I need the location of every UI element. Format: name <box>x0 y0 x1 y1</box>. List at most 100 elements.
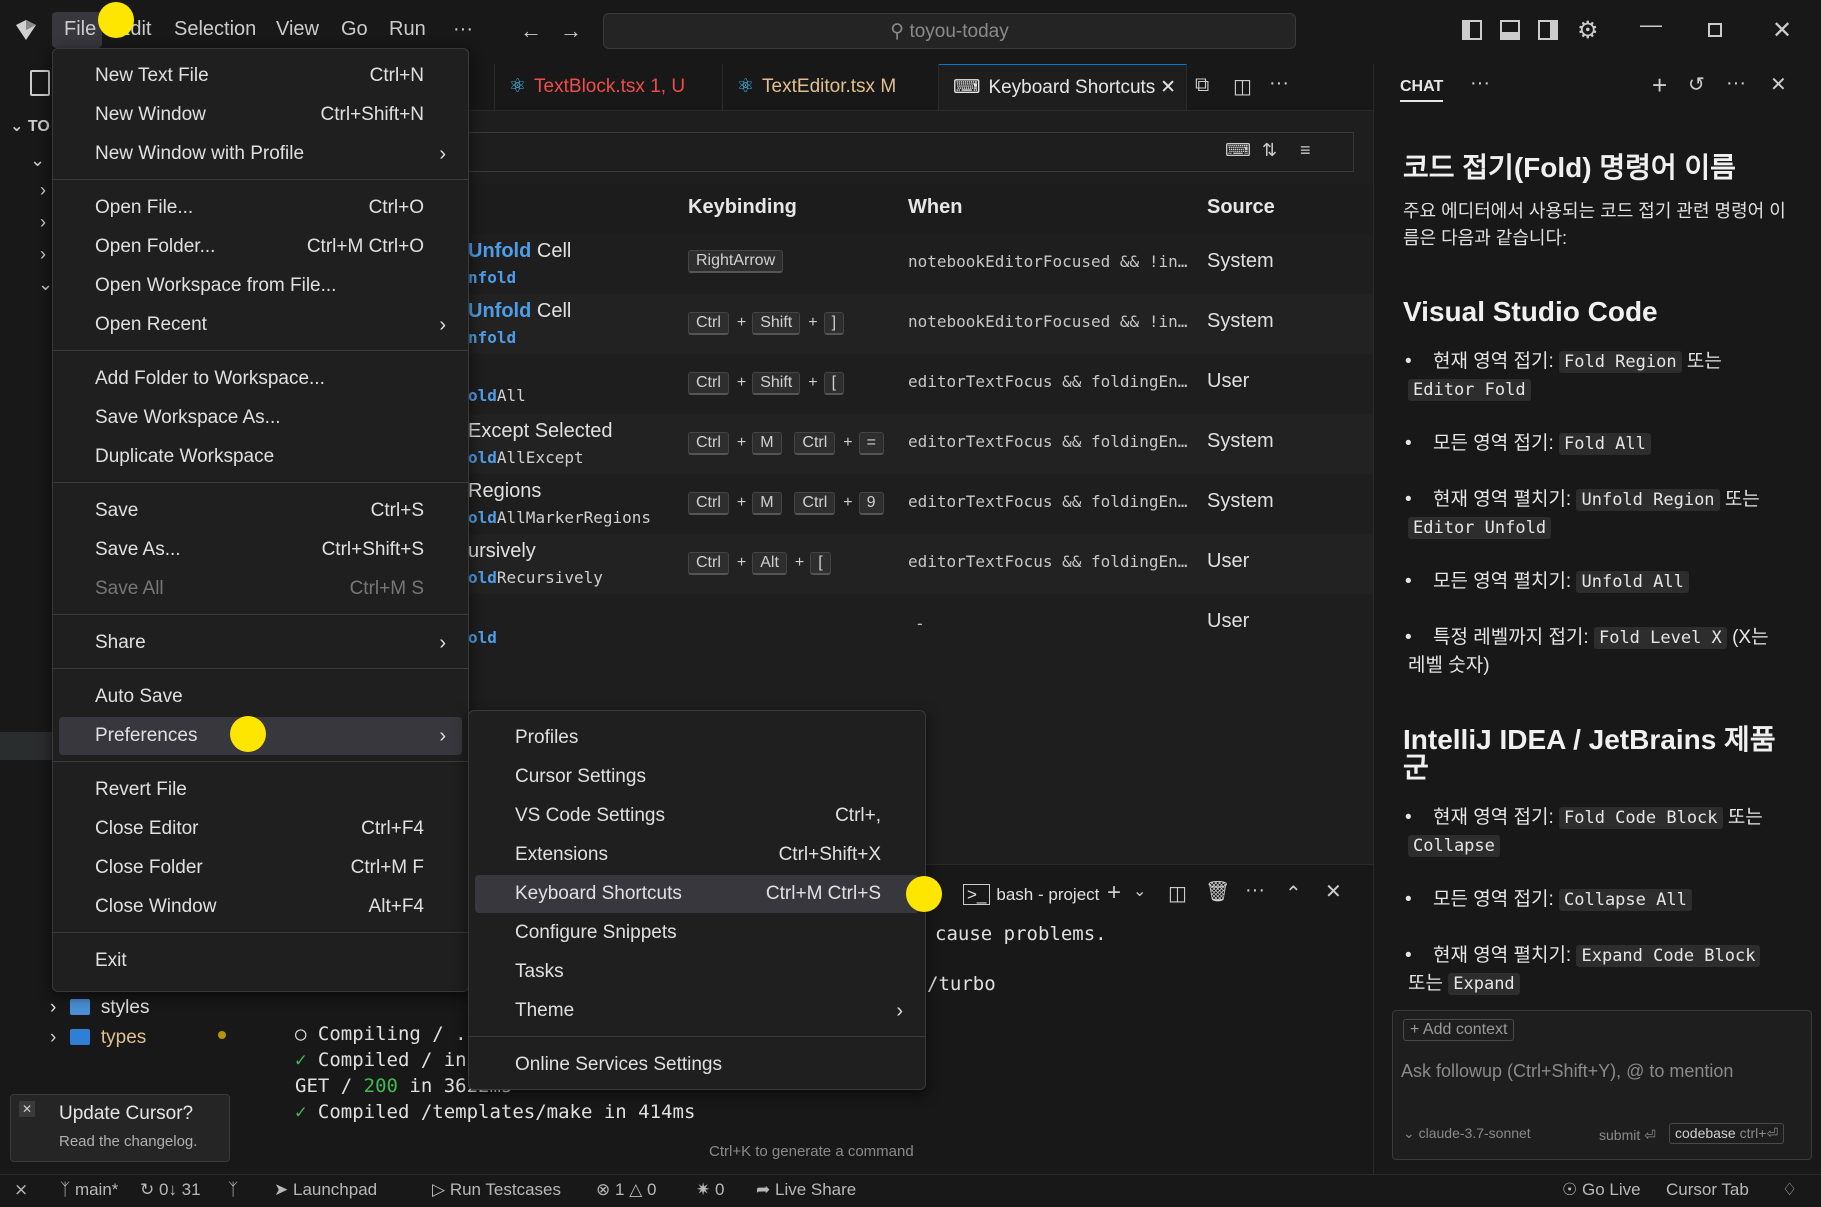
codebase-button[interactable]: codebase ctrl+⏎ <box>1669 1123 1785 1144</box>
menu-item-close-editor[interactable]: Close Editor Ctrl+F4 <box>59 810 462 848</box>
menu-item-share[interactable]: Share › <box>59 624 462 662</box>
explorer-icon[interactable] <box>30 70 50 96</box>
menu-item-keyboard-shortcuts[interactable]: Keyboard Shortcuts Ctrl+M Ctrl+S <box>475 875 919 913</box>
more-actions-icon[interactable]: ··· <box>1726 72 1746 95</box>
chat-header-tab[interactable]: CHAT <box>1400 78 1444 102</box>
update-notification[interactable]: ✕ Update Cursor? Read the changelog. <box>10 1094 230 1162</box>
chat-input[interactable]: Ask followup (Ctrl+Shift+Y), @ to mentio… <box>1401 1061 1733 1082</box>
menu-item-add-folder[interactable]: Add Folder to Workspace... <box>59 360 462 398</box>
menu-item-theme[interactable]: Theme › <box>475 992 919 1030</box>
restore-icon[interactable] <box>1708 23 1722 37</box>
sidebar-section-header[interactable]: ⌄ TO <box>10 116 50 136</box>
run-testcases-status[interactable]: ▷ Run Testcases <box>432 1180 561 1200</box>
menu-item-exit[interactable]: Exit <box>59 942 462 980</box>
menu-item-tasks[interactable]: Tasks <box>475 953 919 991</box>
maximize-panel-icon[interactable]: ⌃ <box>1285 881 1302 906</box>
forward-arrow-icon[interactable]: → <box>560 18 582 44</box>
more-actions-icon[interactable]: ··· <box>1245 879 1265 902</box>
menu-item-duplicate-workspace[interactable]: Duplicate Workspace <box>59 438 462 476</box>
source-control-icon[interactable]: ᛉ <box>228 1180 238 1200</box>
record-keys-icon[interactable]: ⌨ <box>1225 140 1251 161</box>
menu-item-new-window-with-profile[interactable]: New Window with Profile › <box>59 135 462 173</box>
chevron-down-icon[interactable]: ⌄ <box>1133 881 1146 901</box>
open-json-icon[interactable]: ⧉ <box>1195 74 1209 97</box>
menu-item-open-workspace[interactable]: Open Workspace from File... <box>59 267 462 305</box>
menu-item-configure-snippets[interactable]: Configure Snippets <box>475 914 919 952</box>
model-selector[interactable]: ⌄ claude-3.7-sonnet <box>1403 1125 1531 1142</box>
clear-filter-icon[interactable]: ≡ <box>1300 140 1311 161</box>
menu-item-revert-file[interactable]: Revert File <box>59 771 462 809</box>
new-chat-icon[interactable]: + <box>1652 70 1667 101</box>
menu-item-save-as[interactable]: Save As... Ctrl+Shift+S <box>59 531 462 569</box>
menu-item-open-folder[interactable]: Open Folder... Ctrl+M Ctrl+O <box>59 228 462 266</box>
menu-selection[interactable]: Selection <box>174 18 256 41</box>
back-arrow-icon[interactable]: ← <box>520 18 542 44</box>
close-icon[interactable]: ✕ <box>19 1101 35 1117</box>
menu-item-save[interactable]: Save Ctrl+S <box>59 492 462 530</box>
tree-item-styles[interactable]: › styles <box>50 997 149 1025</box>
more-actions-icon[interactable]: ··· <box>1269 72 1289 95</box>
command-center-search[interactable]: ⚲ toyou-today <box>603 13 1296 49</box>
menu-item-new-window[interactable]: New Window Ctrl+Shift+N <box>59 96 462 134</box>
go-live-status[interactable]: ☉ Go Live <box>1562 1180 1641 1200</box>
chevron-right-icon[interactable]: › <box>40 212 46 233</box>
toggle-panel-icon[interactable] <box>1500 20 1520 40</box>
close-window-icon[interactable]: ✕ <box>1772 16 1792 45</box>
gear-icon[interactable]: ⚙ <box>1577 16 1599 45</box>
terminal-tab[interactable]: >_ bash - project <box>963 884 1099 905</box>
tab-texteditor[interactable]: ⚛ TextEditor.tsx M <box>723 64 939 110</box>
column-header-source[interactable]: Source <box>1207 196 1275 219</box>
menu-item-profiles[interactable]: Profiles <box>475 719 919 757</box>
close-icon[interactable]: ✕ <box>1160 65 1176 111</box>
menu-item-auto-save[interactable]: Auto Save <box>59 678 462 716</box>
launchpad-status[interactable]: ➤ Launchpad <box>274 1180 377 1200</box>
chevron-down-icon[interactable]: ⌄ <box>38 274 53 295</box>
live-share-status[interactable]: ➦ Live Share <box>756 1180 856 1200</box>
menu-item-open-file[interactable]: Open File... Ctrl+O <box>59 189 462 227</box>
tree-item-types[interactable]: › types <box>50 1027 146 1055</box>
branch-status[interactable]: ᛉ main* <box>60 1180 118 1200</box>
close-panel-icon[interactable]: ✕ <box>1325 879 1342 904</box>
menu-more[interactable]: ··· <box>453 18 473 41</box>
menu-item-close-window[interactable]: Close Window Alt+F4 <box>59 888 462 926</box>
submit-button[interactable]: submit ⏎ <box>1599 1127 1656 1144</box>
menu-item-vscode-settings[interactable]: VS Code Settings Ctrl+, <box>475 797 919 835</box>
sync-status[interactable]: ↻ 0↓ 31 <box>140 1180 201 1200</box>
menu-go[interactable]: Go <box>341 18 368 41</box>
add-context-button[interactable]: + Add context <box>1403 1019 1515 1041</box>
chevron-down-icon[interactable]: ⌄ <box>30 150 45 171</box>
chevron-right-icon[interactable]: › <box>40 180 46 201</box>
history-icon[interactable]: ↺ <box>1688 72 1705 97</box>
cursor-tab-status[interactable]: Cursor Tab <box>1666 1180 1749 1200</box>
close-icon[interactable]: ✕ <box>1770 72 1787 97</box>
split-terminal-icon[interactable]: ◫ <box>1168 881 1187 906</box>
split-editor-icon[interactable]: ◫ <box>1233 74 1252 99</box>
menu-item-close-folder[interactable]: Close Folder Ctrl+M F <box>59 849 462 887</box>
remote-icon[interactable]: ⨯ <box>14 1180 28 1200</box>
menu-item-cursor-settings[interactable]: Cursor Settings <box>475 758 919 796</box>
tab-keyboard-shortcuts[interactable]: ⌨ Keyboard Shortcuts ✕ <box>939 64 1187 110</box>
column-header-keybinding[interactable]: Keybinding <box>688 196 797 219</box>
bell-icon[interactable]: ♢ <box>1782 1180 1797 1200</box>
trash-icon[interactable]: 🗑 <box>1205 879 1230 904</box>
tab-textblock[interactable]: ⚛ TextBlock.tsx 1, U <box>495 64 723 110</box>
menu-file[interactable]: File <box>64 18 96 41</box>
notification-body[interactable]: Read the changelog. <box>59 1133 197 1150</box>
chevron-right-icon[interactable]: › <box>40 244 46 265</box>
minimize-icon[interactable]: — <box>1640 12 1662 38</box>
menu-item-extensions[interactable]: Extensions Ctrl+Shift+X <box>475 836 919 874</box>
sort-precedence-icon[interactable]: ⇅ <box>1262 140 1277 161</box>
ports-status[interactable]: ✷ 0 <box>696 1180 724 1200</box>
more-actions-icon[interactable]: ··· <box>1470 72 1490 95</box>
menu-item-open-recent[interactable]: Open Recent › <box>59 306 462 344</box>
menu-run[interactable]: Run <box>389 18 426 41</box>
menu-item-new-text-file[interactable]: New Text File Ctrl+N <box>59 57 462 95</box>
new-terminal-icon[interactable]: + <box>1107 879 1121 907</box>
column-header-when[interactable]: When <box>908 196 962 219</box>
menu-view[interactable]: View <box>276 18 319 41</box>
menu-item-online-services-settings[interactable]: Online Services Settings <box>475 1046 919 1084</box>
toggle-primary-sidebar-icon[interactable] <box>1462 20 1482 40</box>
toggle-secondary-sidebar-icon[interactable] <box>1538 20 1558 40</box>
problems-status[interactable]: ⊗ 1 △ 0 <box>596 1180 656 1200</box>
menu-item-save-workspace-as[interactable]: Save Workspace As... <box>59 399 462 437</box>
